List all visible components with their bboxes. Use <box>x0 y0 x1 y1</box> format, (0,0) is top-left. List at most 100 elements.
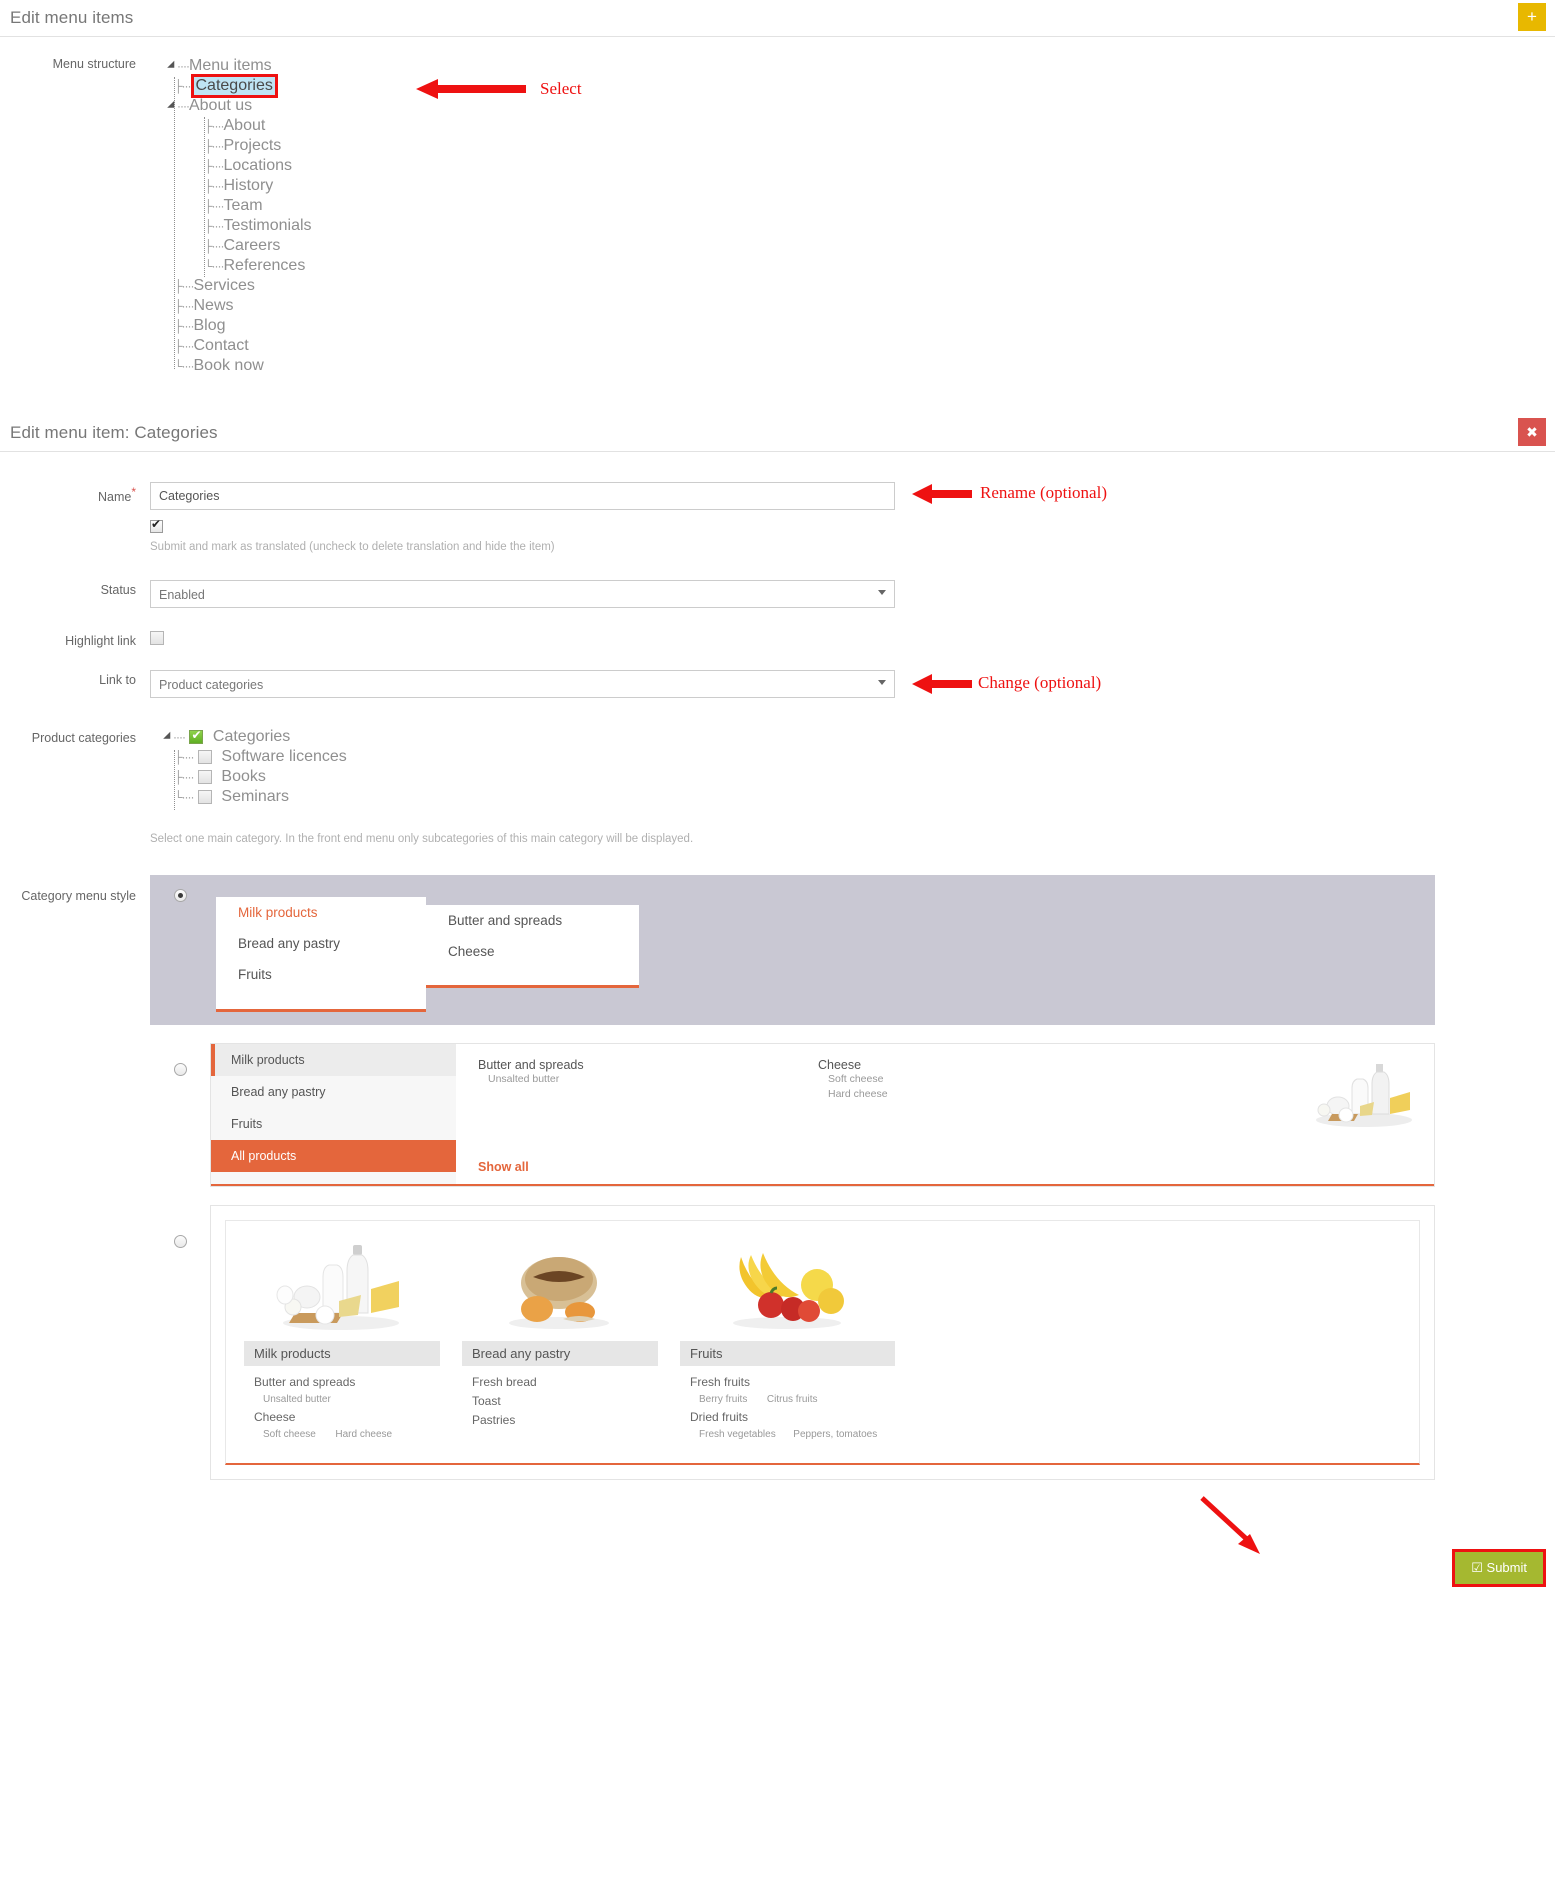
style3-milk-group-1-item-1[interactable]: Hard cheese <box>335 1429 392 1440</box>
style3-milk-group-0-item-0[interactable]: Unsalted butter <box>254 1392 430 1408</box>
chevron-down-icon <box>878 590 886 595</box>
style3-card-fruits-body: Fresh fruits Berry fruits Citrus fruits … <box>680 1366 895 1443</box>
style1-item-fruits[interactable]: Fruits <box>216 959 426 990</box>
style1-item-cheese[interactable]: Cheese <box>426 936 639 967</box>
style-option-3-radio-cell[interactable] <box>150 1205 210 1253</box>
style-option-2-radio[interactable] <box>173 1063 187 1076</box>
tree-node-blog[interactable]: ├····Blog <box>174 317 1050 337</box>
product-categories-hint: Select one main category. In the front e… <box>150 833 694 845</box>
tree-node-careers[interactable]: ├····Careers <box>204 237 1050 257</box>
style2-li-all-products[interactable]: All products <box>211 1140 456 1172</box>
page-title: Edit menu items <box>10 8 134 27</box>
tree-node-projects[interactable]: ├····Projects <box>204 137 1050 157</box>
style3-card-fruits-title[interactable]: Fruits <box>680 1341 895 1366</box>
style-option-3-card: Milk products Butter and spreads Unsalte… <box>210 1205 1435 1480</box>
tree-node-root[interactable]: ····Menu items <box>167 57 1050 77</box>
status-select[interactable]: Enabled <box>150 580 895 608</box>
style-option-2[interactable]: Milk products Bread any pastry Fruits Al… <box>150 1043 1435 1187</box>
category-menu-style-row: Category menu style Milk products Bread … <box>0 875 1555 1480</box>
tree-node-contact[interactable]: ├····Contact <box>174 337 1050 357</box>
pc-checkbox-categories[interactable] <box>189 728 204 744</box>
tree-node-references[interactable]: └····References <box>204 257 1050 277</box>
style3-bread-group-0[interactable]: Fresh bread <box>472 1373 648 1392</box>
style1-item-bread[interactable]: Bread any pastry <box>216 928 426 959</box>
pc-node-seminars[interactable]: └···· Seminars <box>174 788 910 808</box>
product-categories-label: Product categories <box>31 731 136 745</box>
highlight-link-checkbox[interactable] <box>150 631 164 645</box>
tree-node-book-now[interactable]: └····Book now <box>174 357 1050 377</box>
style3-card-bread-title[interactable]: Bread any pastry <box>462 1341 658 1366</box>
style3-card-bread-image <box>462 1235 658 1333</box>
tree-node-team[interactable]: ├····Team <box>204 197 1050 217</box>
style3-card-milk-body: Butter and spreads Unsalted butter Chees… <box>244 1366 440 1443</box>
chevron-down-icon <box>878 680 886 685</box>
style2-li-fruits[interactable]: Fruits <box>211 1108 456 1140</box>
pc-node-software-licences[interactable]: ├···· Software licences <box>174 748 910 768</box>
style-option-2-card: Milk products Bread any pastry Fruits Al… <box>210 1043 1435 1187</box>
style1-item-butter[interactable]: Butter and spreads <box>426 905 639 936</box>
style2-show-all-link[interactable]: Show all <box>478 1160 1434 1174</box>
tree-node-history[interactable]: ├····History <box>204 177 1050 197</box>
pc-checkbox-books[interactable] <box>197 769 212 784</box>
menu-structure-tree[interactable]: ····Menu items ├···· Categories ····About… <box>150 57 1050 377</box>
status-label: Status <box>100 583 136 597</box>
style-option-3-radio[interactable] <box>173 1235 187 1248</box>
fruits-photo-icon <box>732 1253 844 1329</box>
style3-milk-group-1-item-0[interactable]: Soft cheese <box>263 1429 316 1440</box>
tree-node-about-us[interactable]: ····About us <box>167 97 1050 117</box>
style2-col-cheese-item-1[interactable]: Hard cheese <box>818 1087 1118 1102</box>
style3-fruits-group-1-item-1[interactable]: Peppers, tomatoes <box>793 1429 877 1440</box>
style3-fruits-group-0-item-0[interactable]: Berry fruits <box>699 1394 747 1405</box>
style3-bread-group-1[interactable]: Toast <box>472 1392 648 1411</box>
style2-right-panel: Butter and spreads Unsalted butter Chees… <box>456 1044 1434 1184</box>
style3-card-milk-image <box>244 1235 440 1333</box>
style3-fruits-group-0-item-1[interactable]: Citrus fruits <box>767 1394 818 1405</box>
style-option-1-radio[interactable] <box>173 889 187 902</box>
style2-col-butter-title[interactable]: Butter and spreads <box>478 1058 818 1072</box>
style-option-2-radio-cell[interactable] <box>150 1043 210 1081</box>
pc-checkbox-seminars[interactable] <box>197 789 212 804</box>
style-option-1[interactable]: Milk products Bread any pastry Fruits Bu… <box>150 875 1435 1025</box>
style3-fruits-group-0-items: Berry fruits Citrus fruits <box>690 1392 885 1408</box>
style3-bread-group-2[interactable]: Pastries <box>472 1411 648 1430</box>
style3-fruits-group-1-item-0[interactable]: Fresh vegetables <box>699 1429 776 1440</box>
tree-node-categories[interactable]: ├···· Categories <box>174 74 1050 98</box>
style-option-1-radio-cell[interactable] <box>150 875 210 907</box>
change-annotation-text: Change (optional) <box>978 673 1102 692</box>
edit-menu-item-panel: Edit menu item: Categories ✖ Name* Submi… <box>0 415 1555 1600</box>
style3-milk-group-0[interactable]: Butter and spreads <box>254 1373 430 1392</box>
tree-node-locations[interactable]: ├····Locations <box>204 157 1050 177</box>
style2-col-cheese-title[interactable]: Cheese <box>818 1058 1118 1072</box>
submit-button[interactable]: ☑ Submit <box>1452 1549 1546 1587</box>
style1-item-milk[interactable]: Milk products <box>216 897 426 928</box>
product-categories-tree[interactable]: ···· Categories ├···· Software licences … <box>150 728 910 845</box>
style2-col-butter-item-0[interactable]: Unsalted butter <box>478 1072 818 1087</box>
style2-li-bread[interactable]: Bread any pastry <box>211 1076 456 1108</box>
name-input[interactable] <box>150 482 895 510</box>
tree-node-news[interactable]: ├····News <box>174 297 1050 317</box>
style3-fruits-group-0[interactable]: Fresh fruits <box>690 1373 885 1392</box>
style2-col-cheese-item-0[interactable]: Soft cheese <box>818 1072 1118 1087</box>
pc-node-books[interactable]: ├···· Books <box>174 768 910 788</box>
style1-column-2: Butter and spreads Cheese <box>426 905 639 988</box>
tree-node-categories-label[interactable]: Categories <box>190 74 278 98</box>
add-menu-item-button[interactable]: + <box>1518 3 1546 31</box>
translate-checkbox[interactable] <box>150 517 163 534</box>
style3-fruits-group-1[interactable]: Dried fruits <box>690 1408 885 1427</box>
style2-li-milk[interactable]: Milk products <box>211 1044 456 1076</box>
pc-checkbox-software-licences[interactable] <box>197 749 212 764</box>
style-option-3[interactable]: Milk products Butter and spreads Unsalte… <box>150 1205 1435 1480</box>
close-panel-button[interactable]: ✖ <box>1518 418 1546 446</box>
tree-node-testimonials[interactable]: ├····Testimonials <box>204 217 1050 237</box>
tree-node-services[interactable]: ├····Services <box>174 277 1050 297</box>
rename-annotation-arrow <box>912 484 972 509</box>
style3-milk-group-1[interactable]: Cheese <box>254 1408 430 1427</box>
panel-header-menu-items: Edit menu items + <box>0 0 1555 37</box>
translate-checkbox-row[interactable] <box>150 517 895 536</box>
pc-node-categories[interactable]: ···· Categories <box>163 728 910 748</box>
tree-node-about[interactable]: ├····About <box>204 117 1050 137</box>
style3-card-milk-title[interactable]: Milk products <box>244 1341 440 1366</box>
style2-col-cheese: Cheese Soft cheese Hard cheese <box>818 1058 1118 1130</box>
translate-hint: Submit and mark as translated (uncheck t… <box>150 541 555 553</box>
link-to-select[interactable]: Product categories <box>150 670 895 698</box>
